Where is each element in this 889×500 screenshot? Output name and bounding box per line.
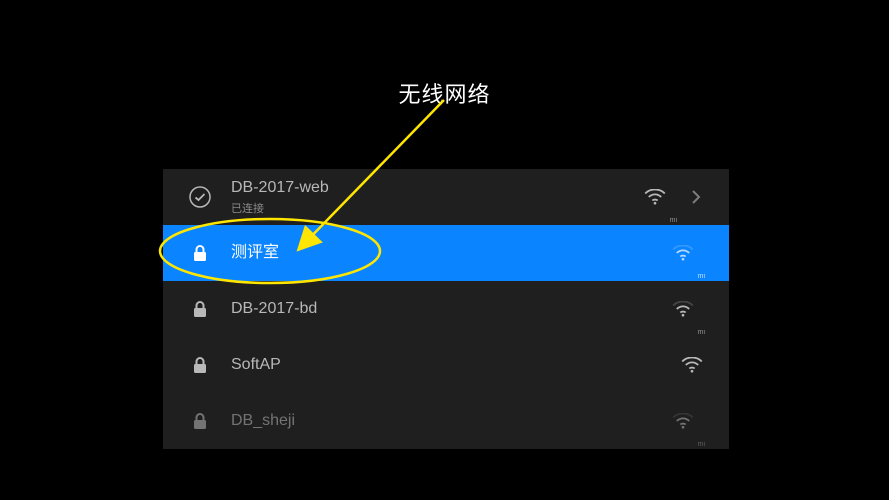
network-info: DB_sheji bbox=[231, 411, 670, 430]
network-info: DB-2017-web 已连接 bbox=[231, 178, 642, 215]
check-icon bbox=[187, 184, 213, 210]
lock-icon bbox=[187, 352, 213, 378]
wifi-icon bbox=[670, 243, 696, 263]
network-item[interactable]: DB-2017-bd mi bbox=[163, 281, 729, 337]
network-name: DB-2017-web bbox=[231, 178, 642, 197]
lock-icon bbox=[187, 408, 213, 434]
page-title: 无线网络 bbox=[398, 77, 490, 109]
network-info: DB-2017-bd bbox=[231, 299, 670, 318]
wifi-icon bbox=[670, 411, 696, 431]
network-info: SoftAP bbox=[231, 355, 679, 374]
wifi-icon bbox=[670, 299, 696, 319]
lock-icon bbox=[187, 296, 213, 322]
network-status: 已连接 bbox=[231, 200, 642, 216]
network-info: 测评室 bbox=[231, 243, 670, 262]
network-name: SoftAP bbox=[231, 355, 679, 374]
network-item[interactable]: DB_sheji mi bbox=[163, 393, 729, 449]
network-item-selected[interactable]: 测评室 mi bbox=[163, 225, 729, 281]
wifi-icon bbox=[642, 187, 668, 207]
network-list: DB-2017-web 已连接 mi 测评室 mi DB-2017-bd bbox=[163, 169, 729, 449]
network-item-connected[interactable]: DB-2017-web 已连接 mi bbox=[163, 169, 729, 225]
wifi-brand: mi bbox=[670, 217, 677, 224]
wifi-brand: mi bbox=[698, 441, 705, 448]
network-name: DB-2017-bd bbox=[231, 299, 670, 318]
network-item[interactable]: SoftAP bbox=[163, 337, 729, 393]
network-name: DB_sheji bbox=[231, 411, 670, 430]
network-name: 测评室 bbox=[231, 243, 670, 262]
lock-icon bbox=[187, 240, 213, 266]
chevron-right-icon bbox=[691, 190, 705, 204]
wifi-brand: mi bbox=[698, 273, 705, 280]
wifi-brand: mi bbox=[698, 329, 705, 336]
wifi-icon bbox=[679, 355, 705, 375]
